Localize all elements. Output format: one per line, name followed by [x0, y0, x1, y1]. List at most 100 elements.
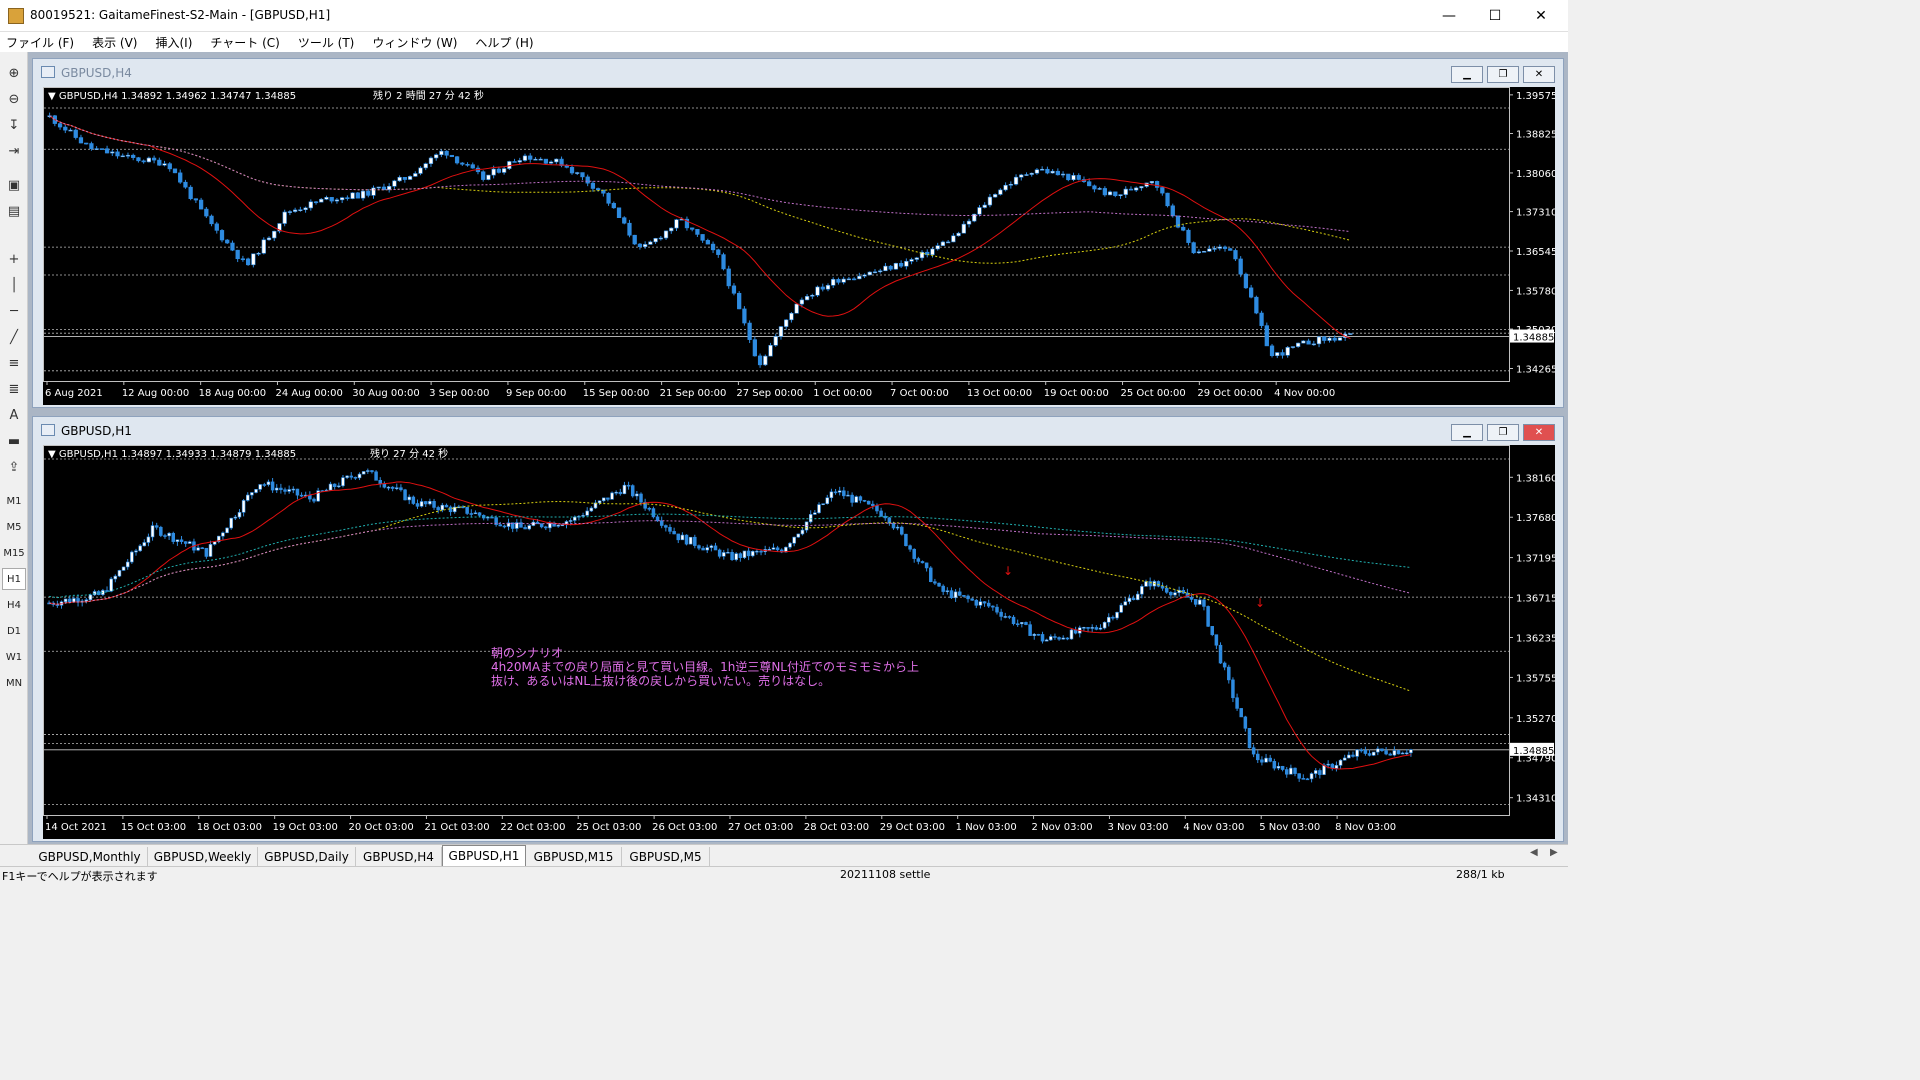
candle-body	[117, 570, 122, 577]
tab-gbpusd-m15[interactable]: GBPUSD,M15	[526, 847, 622, 866]
chart-close-button[interactable]: ✕	[1523, 424, 1555, 441]
price-label: 1.38160	[1516, 473, 1555, 484]
trendline-icon[interactable]: ╱	[3, 326, 25, 348]
candle-body	[1212, 248, 1217, 250]
candle-body	[800, 529, 805, 535]
chart-window-titlebar[interactable]: GBPUSD,H4 ▁ ❐ ✕	[33, 59, 1563, 87]
candle-body	[974, 599, 979, 606]
crosshair-icon[interactable]: +	[3, 248, 25, 270]
vertical-line-icon[interactable]: │	[3, 274, 25, 296]
candle-body	[1293, 767, 1297, 774]
menu-window[interactable]: ウィンドウ (W)	[372, 34, 457, 51]
label-icon[interactable]: ▬	[3, 430, 25, 452]
time-label: 15 Oct 03:00	[121, 822, 186, 833]
moving-average-violet	[49, 520, 1412, 605]
candle-body	[291, 488, 296, 491]
zoom-out-icon[interactable]: ⊖	[3, 88, 25, 110]
text-icon[interactable]: A	[3, 404, 25, 426]
tab-gbpusd-h4[interactable]: GBPUSD,H4	[356, 847, 442, 866]
price-chart-h4[interactable]: 1.39575 1.38825 1.38060 1.37310 1.36545 1.357…	[43, 87, 1557, 405]
channel-icon[interactable]: ≡	[3, 352, 25, 374]
candle-body	[700, 234, 705, 241]
candle-body	[1348, 333, 1353, 335]
time-label: 7 Oct 00:00	[890, 388, 949, 399]
time-label: 9 Sep 00:00	[506, 388, 566, 399]
fibonacci-icon[interactable]: ≣	[3, 378, 25, 400]
price-label: 1.35780	[1516, 286, 1555, 297]
candle-body	[893, 263, 899, 270]
time-label: 21 Sep 00:00	[660, 388, 727, 399]
menu-help[interactable]: ヘルプ (H)	[475, 34, 533, 51]
candle-body	[817, 504, 821, 514]
tab-gbpusd-daily[interactable]: GBPUSD,Daily	[258, 847, 356, 866]
close-button[interactable]: ✕	[1518, 0, 1564, 32]
chart-window-h4[interactable]: GBPUSD,H4 ▁ ❐ ✕ 1.39575 1.38825 1.38060 1.3…	[32, 58, 1564, 408]
candle-body	[209, 215, 214, 225]
timeframe-mn[interactable]: MN	[2, 672, 26, 694]
menu-insert[interactable]: 挿入(I)	[155, 34, 192, 51]
menu-tools[interactable]: ツール (T)	[298, 34, 355, 51]
candle-body	[1128, 188, 1134, 191]
timeframe-m15[interactable]: M15	[2, 542, 26, 564]
auto-scroll-icon[interactable]: ↧	[3, 114, 25, 136]
menu-view[interactable]: 表示 (V)	[92, 34, 137, 51]
timeframe-h1[interactable]: H1	[2, 568, 26, 590]
minimize-button[interactable]: —	[1426, 0, 1472, 32]
timeframe-m5[interactable]: M5	[2, 516, 26, 538]
candle-body	[1082, 627, 1086, 629]
candle-body	[695, 229, 700, 235]
candle-body	[214, 223, 219, 231]
candle-body	[337, 485, 341, 488]
chart-close-button[interactable]: ✕	[1523, 66, 1555, 83]
candle-body	[1233, 250, 1238, 260]
candle-body	[1050, 170, 1055, 174]
candle-body	[688, 536, 693, 545]
arrows-icon[interactable]: ⇪	[3, 456, 25, 478]
candle-body	[432, 501, 436, 508]
chart-shift-icon[interactable]: ⇥	[3, 140, 25, 162]
candle-body	[134, 550, 138, 553]
candle-body	[324, 197, 329, 200]
candle-body	[737, 292, 742, 310]
chart-area-h1[interactable]: 1.38160 1.37680 1.37195 1.36715 1.36235 1.357…	[43, 445, 1557, 839]
chart-area-h4[interactable]: 1.39575 1.38825 1.38060 1.37310 1.36545 1.357…	[43, 87, 1557, 405]
maximize-button[interactable]: ☐	[1472, 0, 1518, 32]
candle-body	[1306, 340, 1311, 345]
chart-restore-button[interactable]: ❐	[1487, 66, 1519, 83]
chart-window-titlebar[interactable]: GBPUSD,H1 ▁ ❐ ✕	[33, 417, 1563, 445]
tab-scroll-right-icon[interactable]: ▶	[1550, 847, 1558, 858]
candle-body	[757, 355, 763, 366]
tab-gbpusd-weekly[interactable]: GBPUSD,Weekly	[148, 847, 258, 866]
timeframe-m1[interactable]: M1	[2, 490, 26, 512]
chart-window-h1[interactable]: GBPUSD,H1 ▁ ❐ ✕ 1.38160 1.37680 1.37195 1.3…	[32, 416, 1564, 842]
tab-gbpusd-m5[interactable]: GBPUSD,M5	[622, 847, 710, 866]
candle-body	[73, 129, 78, 138]
indicators-icon[interactable]: ▣	[3, 174, 25, 196]
menu-file[interactable]: ファイル (F)	[6, 34, 74, 51]
horizontal-line-icon[interactable]: ─	[3, 300, 25, 322]
candle-body	[883, 265, 888, 272]
timeframe-h4[interactable]: H4	[2, 594, 26, 616]
chart-minimize-button[interactable]: ▁	[1451, 424, 1483, 441]
zoom-in-icon[interactable]: ⊕	[3, 62, 25, 84]
candle-body	[1127, 597, 1132, 602]
timeframe-d1[interactable]: D1	[2, 620, 26, 642]
candle-body	[601, 497, 606, 502]
candle-body	[862, 500, 867, 502]
templates-icon[interactable]: ▤	[3, 200, 25, 222]
tab-gbpusd-h1[interactable]: GBPUSD,H1	[442, 845, 526, 866]
candle-body	[775, 547, 780, 551]
candle-body	[991, 605, 995, 608]
tab-gbpusd-monthly[interactable]: GBPUSD,Monthly	[32, 847, 148, 866]
candle-body	[575, 172, 580, 174]
chart-window-icon	[41, 424, 55, 436]
candle-body	[875, 505, 879, 512]
candle-body	[1301, 340, 1306, 344]
menu-chart[interactable]: チャート (C)	[210, 34, 279, 51]
candle-body	[1264, 325, 1269, 347]
timeframe-w1[interactable]: W1	[2, 646, 26, 668]
chart-minimize-button[interactable]: ▁	[1451, 66, 1483, 83]
tab-scroll-left-icon[interactable]: ◀	[1530, 847, 1538, 858]
chart-restore-button[interactable]: ❐	[1487, 424, 1519, 441]
price-chart-h1[interactable]: 1.38160 1.37680 1.37195 1.36715 1.36235 1.357…	[43, 445, 1557, 839]
